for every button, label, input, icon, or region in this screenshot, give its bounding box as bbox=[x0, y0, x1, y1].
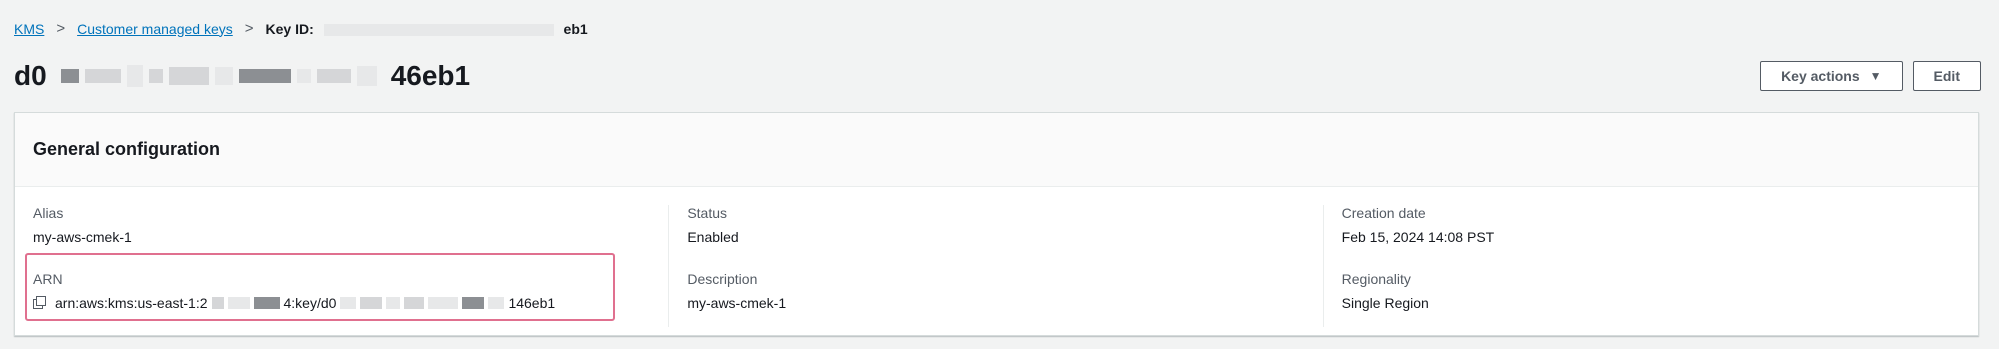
regionality-value: Single Region bbox=[1341, 295, 1429, 311]
arn-value: arn:aws:kms:us-east-1:2 4:key/d0 146eb1 bbox=[33, 295, 668, 311]
panel-title: General configuration bbox=[33, 139, 221, 159]
breadcrumb-current: Key ID: eb1 bbox=[266, 21, 588, 37]
general-configuration-panel: General configuration Alias my-aws-cmek-… bbox=[14, 112, 1979, 336]
status-value: Enabled bbox=[687, 229, 739, 245]
caret-down-icon: ▼ bbox=[1869, 69, 1882, 83]
arn-label: ARN bbox=[33, 271, 63, 287]
page-title-suffix: 46eb1 bbox=[390, 60, 471, 91]
redaction-mask bbox=[323, 23, 554, 36]
description-label: Description bbox=[687, 271, 758, 287]
alias-value: my-aws-cmek-1 bbox=[33, 229, 132, 245]
key-actions-button[interactable]: Key actions ▼ bbox=[1760, 61, 1903, 91]
regionality-field: Regionality Single Region bbox=[1342, 271, 1978, 337]
redaction-mask bbox=[211, 297, 224, 309]
status-label: Status bbox=[687, 205, 728, 221]
arn-value-suffix: 146eb1 bbox=[508, 295, 556, 311]
copy-icon[interactable] bbox=[33, 296, 47, 310]
chevron-right-icon: > bbox=[56, 20, 66, 37]
config-column-2: Status Enabled Description my-aws-cmek-1 bbox=[669, 205, 1324, 327]
arn-field: ARN arn:aws:kms:us-east-1:2 4:key/d0 146 bbox=[33, 271, 668, 337]
breadcrumb: KMS > Customer managed keys > Key ID: eb… bbox=[14, 20, 588, 37]
page-title-prefix: d0 bbox=[14, 60, 47, 91]
creation-date-field: Creation date Feb 15, 2024 14:08 PST bbox=[1342, 205, 1978, 271]
description-field: Description my-aws-cmek-1 bbox=[687, 271, 1322, 337]
config-column-1: Alias my-aws-cmek-1 ARN arn:aws:kms:us-e… bbox=[15, 205, 670, 327]
breadcrumb-current-prefix: Key ID: bbox=[265, 20, 314, 37]
status-field: Status Enabled bbox=[687, 205, 1322, 271]
config-column-3: Creation date Feb 15, 2024 14:08 PST Reg… bbox=[1324, 205, 1978, 327]
breadcrumb-customer-managed-keys[interactable]: Customer managed keys bbox=[77, 21, 233, 37]
redaction-mask bbox=[60, 65, 377, 87]
breadcrumb-current-suffix: eb1 bbox=[563, 20, 588, 37]
alias-field: Alias my-aws-cmek-1 bbox=[33, 205, 668, 271]
header-actions: Key actions ▼ Edit bbox=[1760, 61, 1981, 91]
key-actions-label: Key actions bbox=[1781, 68, 1860, 84]
page-title: d0 46eb1 bbox=[14, 60, 470, 92]
arn-value-mid: 4:key/d0 bbox=[283, 295, 337, 311]
creation-date-value: Feb 15, 2024 14:08 PST bbox=[1341, 229, 1495, 245]
panel-body: Alias my-aws-cmek-1 ARN arn:aws:kms:us-e… bbox=[15, 187, 1978, 327]
breadcrumb-kms[interactable]: KMS bbox=[14, 21, 44, 37]
description-value: my-aws-cmek-1 bbox=[687, 295, 787, 311]
page-header: d0 46eb1 Key actions ▼ Edit bbox=[14, 60, 1981, 92]
chevron-right-icon: > bbox=[244, 20, 254, 37]
alias-label: Alias bbox=[33, 205, 64, 221]
arn-value-prefix: arn:aws:kms:us-east-1:2 bbox=[55, 295, 208, 311]
regionality-label: Regionality bbox=[1341, 271, 1411, 287]
redaction-mask bbox=[340, 297, 357, 309]
panel-header: General configuration bbox=[15, 113, 1978, 187]
edit-button[interactable]: Edit bbox=[1912, 61, 1981, 91]
creation-date-label: Creation date bbox=[1341, 205, 1426, 221]
